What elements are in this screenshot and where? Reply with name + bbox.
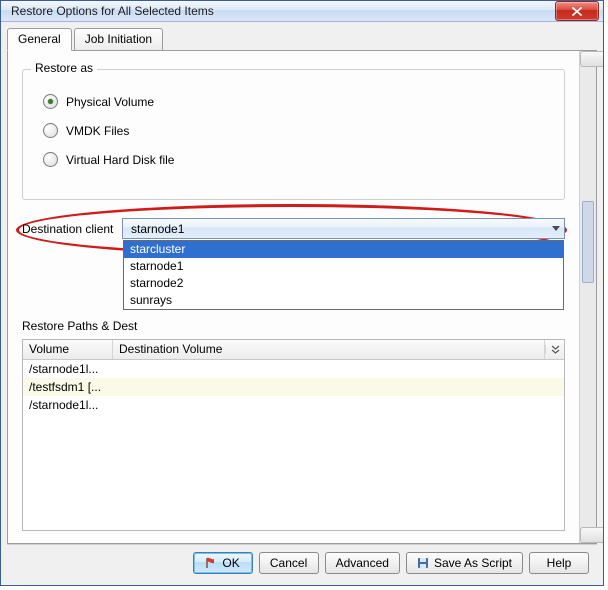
dialog-buttons: OK Cancel Advanced Save As Script Help [7, 544, 597, 581]
button-label: Help [547, 556, 572, 570]
tab-panel: Restore as Physical Volume VMDK Files Vi… [7, 50, 597, 544]
tab-label: Job Initiation [85, 32, 152, 46]
grid-col-volume[interactable]: Volume [23, 340, 113, 359]
tab-general[interactable]: General [7, 28, 72, 51]
cell-volume: /starnode1l... [23, 362, 113, 376]
radio-icon [43, 94, 58, 109]
titlebar: Restore Options for All Selected Items [1, 1, 603, 22]
general-panel: Restore as Physical Volume VMDK Files Vi… [8, 51, 579, 543]
tab-label: General [18, 32, 61, 46]
save-as-script-button[interactable]: Save As Script [406, 552, 523, 574]
cell-volume: /starnode1l... [23, 398, 113, 412]
radio-vmdk-files[interactable]: VMDK Files [43, 123, 550, 138]
destination-label: Destination client [22, 222, 116, 236]
restore-as-group: Restore as Physical Volume VMDK Files Vi… [22, 69, 565, 200]
grid-body: /starnode1l... /testfsdm1 [... /starnode… [23, 360, 564, 530]
destination-client-dropdown: starcluster starnode1 starnode2 sunrays [123, 240, 564, 310]
advanced-button[interactable]: Advanced [325, 552, 400, 574]
destination-client-combo[interactable]: starnode1 starcluster starnode1 starnode… [122, 218, 565, 239]
button-label: Advanced [336, 556, 389, 570]
help-button[interactable]: Help [529, 552, 589, 574]
tab-job-initiation[interactable]: Job Initiation [74, 28, 163, 50]
flag-icon [205, 557, 217, 569]
dropdown-option[interactable]: sunrays [124, 292, 563, 309]
button-label: OK [222, 556, 239, 570]
grid-header: Volume Destination Volume [23, 340, 564, 360]
scroll-up-button[interactable] [580, 51, 604, 67]
dropdown-option[interactable]: starnode1 [124, 258, 563, 275]
restore-paths-label: Restore Paths & Dest [22, 319, 565, 333]
tabstrip: General Job Initiation [7, 28, 597, 50]
radio-vhd-file[interactable]: Virtual Hard Disk file [43, 152, 550, 167]
radio-label: Virtual Hard Disk file [66, 153, 174, 167]
button-label: Save As Script [434, 556, 512, 570]
window-title: Restore Options for All Selected Items [11, 4, 555, 18]
table-row[interactable]: /starnode1l... [23, 396, 564, 414]
group-legend: Restore as [31, 61, 97, 75]
client-area: General Job Initiation Restore as Physic… [1, 22, 603, 586]
scroll-down-button[interactable] [580, 527, 604, 543]
table-row[interactable]: /testfsdm1 [... [23, 378, 564, 396]
table-row[interactable]: /starnode1l... [23, 360, 564, 378]
ok-button[interactable]: OK [193, 552, 253, 574]
button-label: Cancel [270, 556, 307, 570]
radio-physical-volume[interactable]: Physical Volume [43, 94, 550, 109]
panel-scrollbar[interactable] [579, 51, 596, 543]
grid-col-destination-volume[interactable]: Destination Volume [113, 340, 545, 359]
dropdown-option[interactable]: starnode2 [124, 275, 563, 292]
grid-expand-button[interactable] [545, 345, 564, 354]
dialog-window: Restore Options for All Selected Items G… [0, 0, 604, 586]
dropdown-option[interactable]: starcluster [124, 241, 563, 258]
chevron-down-icon [546, 219, 564, 238]
radio-label: Physical Volume [66, 95, 154, 109]
save-icon [417, 557, 429, 569]
scroll-thumb[interactable] [582, 201, 594, 283]
cell-volume: /testfsdm1 [... [23, 380, 113, 394]
double-chevron-down-icon [551, 345, 560, 354]
close-button[interactable] [555, 1, 599, 21]
restore-paths-grid: Volume Destination Volume /starnode1l... [22, 339, 565, 531]
destination-row: Destination client starnode1 starcluster… [22, 218, 565, 239]
radio-icon [43, 123, 58, 138]
combo-value: starnode1 [131, 222, 184, 236]
radio-label: VMDK Files [66, 124, 129, 138]
close-icon [572, 7, 582, 16]
cancel-button[interactable]: Cancel [259, 552, 319, 574]
radio-icon [43, 152, 58, 167]
